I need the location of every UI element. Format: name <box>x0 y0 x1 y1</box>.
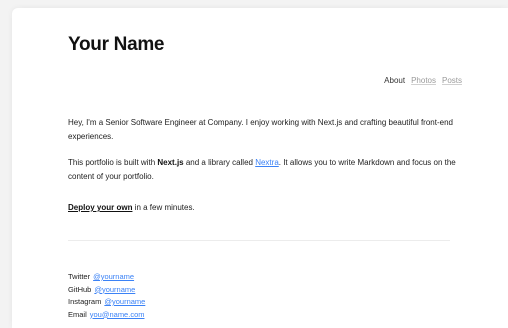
social-item-twitter: Twitter @yourname <box>68 271 145 284</box>
nextjs-text: Next.js <box>157 158 184 167</box>
email-link[interactable]: you@name.com <box>90 310 145 319</box>
nextra-link[interactable]: Nextra <box>255 158 279 167</box>
deploy-link[interactable]: Deploy your own <box>68 203 132 212</box>
divider <box>68 240 450 241</box>
nav-about-link[interactable]: About <box>384 76 405 85</box>
social-label: Email <box>68 309 87 319</box>
social-links-list: Twitter @yourname GitHub @yourname Instagr… <box>68 271 145 321</box>
top-nav: About Photos Posts <box>384 76 462 85</box>
intro-paragraph: Hey, I'm a Senior Software Engineer at C… <box>68 118 453 141</box>
page-card: Your Name About Photos Posts Hey, I'm a … <box>12 8 508 328</box>
twitter-link[interactable]: @yourname <box>93 272 134 281</box>
social-item-github: GitHub @yourname <box>68 284 145 297</box>
github-link[interactable]: @yourname <box>94 285 135 294</box>
portfolio-text-before: This portfolio is built with <box>68 158 158 167</box>
instagram-link[interactable]: @yourname <box>104 297 145 306</box>
social-label: Twitter <box>68 272 91 281</box>
nav-photos-link[interactable]: Photos <box>411 76 436 85</box>
social-label: GitHub <box>68 284 92 294</box>
social-label: Instagram <box>68 297 102 306</box>
site-title: Your Name <box>68 34 165 55</box>
deploy-text-after: in a few minutes. <box>132 203 195 212</box>
portfolio-paragraph: This portfolio is built with Next.js and… <box>68 156 462 184</box>
portfolio-text-middle: and a library called <box>183 158 256 167</box>
social-item-email: Email you@name.com <box>68 309 145 322</box>
deploy-paragraph: Deploy your own in a few minutes. <box>68 201 462 215</box>
social-item-instagram: Instagram @yourname <box>68 296 145 309</box>
nav-posts-link[interactable]: Posts <box>442 76 462 85</box>
